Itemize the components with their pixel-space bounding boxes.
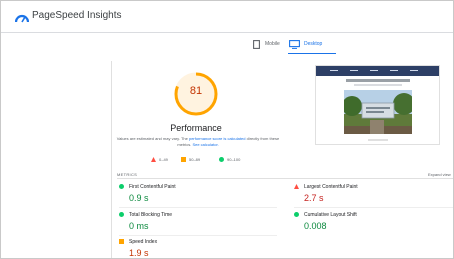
metric-speed-index: Speed Index 1.9 s	[119, 238, 269, 258]
mobile-icon	[253, 40, 260, 49]
score-calculated-link[interactable]: performance score is calculated	[189, 136, 245, 141]
tab-mobile-label: Mobile	[265, 41, 280, 47]
square-icon	[119, 239, 124, 244]
tab-active-indicator	[288, 53, 336, 54]
metric-cumulative-layout-shift: Cumulative Layout Shift 0.008	[294, 211, 444, 235]
expand-view-toggle[interactable]: Expand view	[428, 172, 451, 177]
score-legend: 0–49 50–89 90–100	[151, 156, 291, 164]
metric-name: First Contentful Paint	[129, 184, 176, 190]
circle-icon	[119, 184, 124, 189]
metric-value: 2.7 s	[304, 193, 324, 203]
metric-divider	[294, 207, 453, 208]
metric-divider	[119, 235, 277, 236]
tab-desktop-label: Desktop	[304, 41, 323, 47]
thumbnail-caption	[368, 139, 388, 141]
legend-good-range: 90–100	[227, 157, 241, 162]
tab-desktop[interactable]: Desktop	[289, 39, 369, 53]
thumbnail-photo	[344, 90, 412, 134]
metric-largest-contentful-paint: Largest Contentful Paint 2.7 s	[294, 183, 444, 207]
metric-value: 0 ms	[129, 221, 149, 231]
circle-icon	[219, 157, 224, 162]
thumbnail-nav-item	[350, 70, 358, 71]
thumbnail-nav-item	[370, 70, 378, 71]
metric-value: 0.008	[304, 221, 327, 231]
thumbnail-nav-item	[330, 70, 338, 71]
content-left-border	[111, 61, 112, 258]
thumbnail-heading	[346, 79, 410, 82]
metric-name: Speed Index	[129, 239, 158, 245]
note-text: Values are estimated and may vary. The	[116, 136, 189, 141]
triangle-icon	[294, 184, 299, 189]
page-screenshot-thumbnail	[315, 65, 440, 145]
thumbnail-navbar	[316, 66, 439, 76]
circle-icon	[119, 212, 124, 217]
metric-name: Largest Contentful Paint	[304, 184, 358, 190]
metric-total-blocking-time: Total Blocking Time 0 ms	[119, 211, 269, 235]
thumbnail-nav-item	[390, 70, 398, 71]
circle-icon	[294, 212, 299, 217]
performance-score-value: 81	[189, 85, 203, 97]
app-window: PageSpeed Insights Mobile Desktop 81 Per…	[0, 0, 454, 259]
triangle-icon	[151, 157, 156, 162]
legend-average-range: 50–89	[189, 157, 201, 162]
see-calculator-link[interactable]: See calculator.	[192, 142, 218, 147]
metric-name: Total Blocking Time	[129, 212, 173, 218]
thumbnail-nav-item	[410, 70, 418, 71]
app-title: PageSpeed Insights	[32, 10, 122, 21]
metric-divider	[119, 207, 277, 208]
pagespeed-logo-icon	[15, 14, 29, 23]
metric-value: 0.9 s	[129, 193, 149, 203]
thumbnail-subheading	[354, 84, 402, 86]
performance-note: Values are estimated and may vary. The p…	[113, 136, 283, 148]
metric-value: 1.9 s	[129, 248, 149, 258]
desktop-icon	[289, 40, 300, 49]
metrics-section-label: METRICS	[117, 172, 138, 177]
legend-poor-range: 0–49	[159, 157, 168, 162]
metric-first-contentful-paint: First Contentful Paint 0.9 s	[119, 183, 269, 207]
metric-name: Cumulative Layout Shift	[304, 212, 357, 218]
square-icon	[181, 157, 186, 162]
metrics-divider	[117, 178, 453, 179]
performance-title: Performance	[170, 123, 222, 133]
app-header: PageSpeed Insights	[1, 1, 453, 33]
